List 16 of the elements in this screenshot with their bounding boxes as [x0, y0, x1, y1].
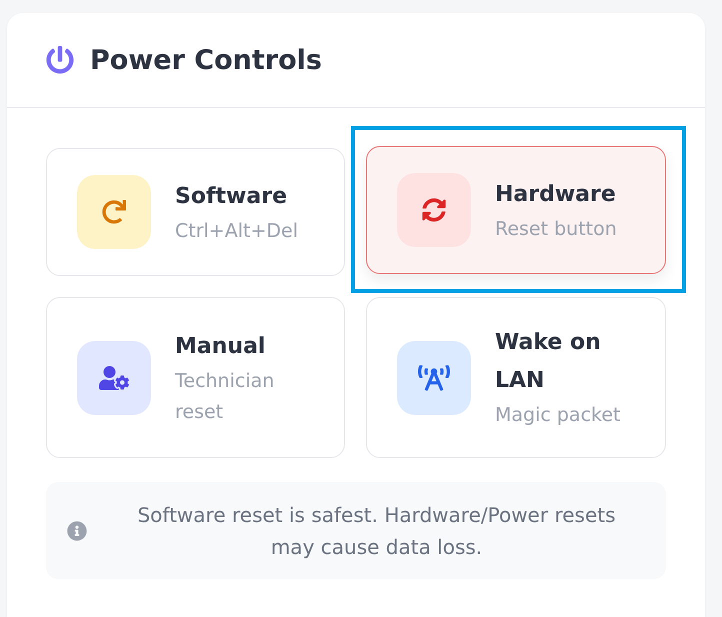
option-card[interactable]: Manual Technician reset	[46, 297, 345, 458]
option-card[interactable]: Hardware Reset button	[366, 146, 666, 274]
option-card[interactable]: Software Ctrl+Alt+Del	[46, 148, 345, 276]
option-subtitle: Magic packet	[495, 403, 622, 428]
option-title: Wake on LAN	[495, 329, 602, 395]
info-icon	[67, 520, 87, 540]
option-title: Hardware	[495, 180, 617, 208]
option-subtitle: Reset button	[495, 216, 617, 242]
option-title: Manual	[175, 332, 266, 360]
option-subtitle: Technician reset	[175, 368, 276, 424]
option-card[interactable]: Wake on LAN Magic packet	[366, 297, 666, 458]
option-title: Software	[175, 182, 288, 210]
power-icon	[46, 46, 74, 74]
notice-text: Software reset is safest. Hardware/Power resets may cause data loss.	[136, 502, 617, 560]
option-subtitle: Ctrl+Alt+Del	[175, 218, 298, 244]
panel-title: Power Controls	[90, 44, 322, 76]
